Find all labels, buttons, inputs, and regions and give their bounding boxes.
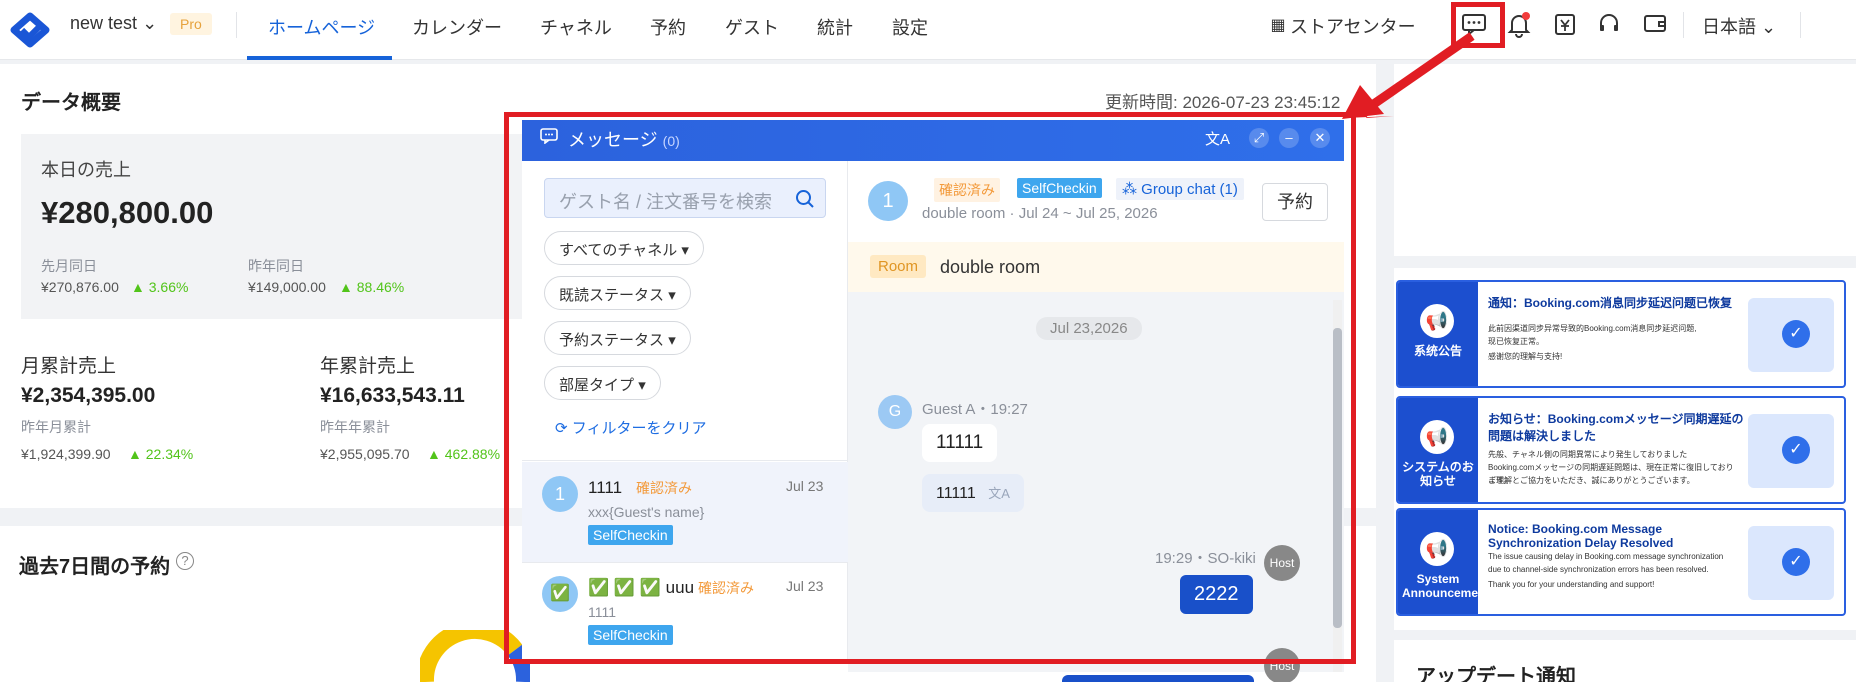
banner-category: System Announcement: [1402, 572, 1490, 600]
yearly-pct: 462.88%: [444, 446, 501, 462]
monthly-sub-label: 昨年月累計: [21, 419, 91, 435]
laptop-illustration-icon: ✓: [1748, 526, 1834, 600]
prev-year-pct: 88.46%: [356, 279, 405, 295]
banner-title: 通知：Booking.com消息同步延迟问题已恢复: [1488, 296, 1733, 310]
app-logo-icon[interactable]: [8, 8, 52, 52]
check-icon: ✓: [1782, 320, 1810, 348]
divider: [1683, 12, 1684, 38]
yearly-sales-label: 年累計売上: [320, 356, 416, 377]
laptop-illustration-icon: ✓: [1748, 414, 1834, 488]
nav-channels[interactable]: チャネル: [540, 14, 612, 40]
banner-text-2: 现已恢复正常。: [1488, 337, 1544, 346]
divider: [236, 12, 237, 38]
yearly-sub-value: ¥2,955,095.70: [320, 446, 410, 462]
prev-year-growth: ▲ 88.46%: [339, 279, 405, 295]
banner-category: 系统公告: [1413, 344, 1462, 358]
banner-text-3: 感谢您的理解与支持!: [1488, 352, 1563, 361]
chevron-down-icon: ⌄: [1761, 17, 1777, 37]
yearly-sales-value: ¥16,633,543.11: [320, 384, 465, 407]
wallet-icon[interactable]: [1641, 12, 1669, 40]
monthly-sales-value: ¥2,354,395.00: [21, 384, 156, 407]
monthly-sub-value: ¥1,924,399.90: [21, 446, 111, 462]
nav-guests[interactable]: ゲスト: [725, 14, 779, 40]
banner-side-label: 📢 System Announcement: [1398, 510, 1490, 614]
monthly-pct: 22.34%: [145, 446, 194, 462]
host-message-bubble-partial: [1062, 675, 1254, 682]
nav-home[interactable]: ホームページ: [268, 14, 375, 40]
prev-month-pct: 3.66%: [148, 279, 189, 295]
today-sales-label: 本日の売上: [41, 160, 131, 180]
divider: [1800, 12, 1801, 38]
language-selector[interactable]: 日本語 ⌄: [1702, 13, 1776, 39]
megaphone-icon: 📢: [1420, 304, 1454, 338]
announcement-banner[interactable]: 📢 System Announcement Notice: Booking.com …: [1396, 508, 1846, 616]
banner-text-3: Thank you for your understanding and sup…: [1488, 580, 1655, 589]
banner-category: システムのお知らせ: [1402, 460, 1474, 488]
nav-calendar[interactable]: カレンダー: [412, 14, 502, 40]
banner-text-2: due to channel-side synchronization erro…: [1488, 565, 1709, 574]
banner-title: Notice: Booking.com Message Synchronizat…: [1488, 522, 1674, 550]
check-icon: ✓: [1782, 548, 1810, 576]
updated-time: 更新時間: 2026-07-23 23:45:12: [1105, 93, 1341, 112]
banner-side-label: 📢 系统公告: [1398, 282, 1478, 386]
monthly-sales-label: 月累計売上: [21, 356, 117, 377]
prev-year-label: 昨年同日: [248, 258, 304, 274]
megaphone-icon: 📢: [1420, 420, 1454, 454]
account-switcher[interactable]: new test ⌄: [70, 13, 157, 34]
today-sales-value: ¥280,800.00: [41, 195, 214, 230]
banner-text-1: 先般、チャネル側の同期異常により発生しておりました: [1488, 450, 1688, 459]
nav-statistics[interactable]: 統計: [817, 14, 853, 40]
account-name: new test: [70, 13, 138, 33]
prev-year-value: ¥149,000.00: [248, 279, 326, 295]
chevron-down-icon: ⌄: [142, 13, 158, 33]
top-navigation-bar: new test ⌄ Pro ホームページ カレンダー チャネル 予約 ゲスト …: [0, 0, 1856, 60]
nav-settings[interactable]: 設定: [892, 14, 928, 40]
active-tab-indicator: [247, 56, 392, 60]
monthly-growth: ▲ 22.34%: [128, 446, 194, 462]
prev-month-growth: ▲ 3.66%: [131, 279, 189, 295]
update-notice-title: アップデート通知: [1416, 666, 1576, 682]
banner-text-3: ご理解とご協力をいただき、誠にありがとうございます。: [1488, 476, 1695, 485]
nav-reservations[interactable]: 予約: [650, 14, 686, 40]
prev-month-value: ¥270,876.00: [41, 279, 119, 295]
announcement-banner[interactable]: 📢 システムのお知らせ お知らせ：Booking.comメッセージ同期遅延の問題は解…: [1396, 396, 1846, 504]
bell-icon[interactable]: [1505, 12, 1533, 40]
pro-badge: Pro: [170, 13, 212, 35]
banner-side-label: 📢 システムのお知らせ: [1398, 398, 1478, 502]
yearly-sub-label: 昨年年累計: [320, 419, 390, 435]
invoice-yen-icon[interactable]: [1551, 12, 1579, 40]
yearly-growth: ▲ 462.88%: [427, 446, 501, 462]
announcement-banner[interactable]: 📢 系统公告 通知：Booking.com消息同步延迟问题已恢复此前因渠道同步异常导…: [1396, 280, 1846, 388]
check-icon: ✓: [1782, 436, 1810, 464]
help-icon[interactable]: ?: [176, 552, 194, 570]
banner-text-1: 此前因渠道同步异常导致的Booking.com消息同步延迟问题,: [1488, 324, 1697, 333]
grid-icon: ▦: [1270, 17, 1286, 34]
banner-text-1: The issue causing delay in Booking.com m…: [1488, 552, 1724, 561]
language-label: 日本語: [1702, 17, 1756, 37]
headset-icon[interactable]: [1595, 12, 1623, 40]
data-overview-title: データ概要: [21, 92, 121, 114]
banner-title: お知らせ：Booking.comメッセージ同期遅延の問題は解決しました: [1488, 412, 1744, 443]
laptop-illustration-icon: ✓: [1748, 298, 1834, 372]
bookings-7days-title: 過去7日間の予約: [19, 556, 171, 578]
highlight-arrow: [1342, 32, 1475, 119]
prev-month-label: 先月同日: [41, 258, 97, 274]
megaphone-icon: 📢: [1420, 532, 1454, 566]
highlight-box-modal: [504, 112, 1356, 664]
